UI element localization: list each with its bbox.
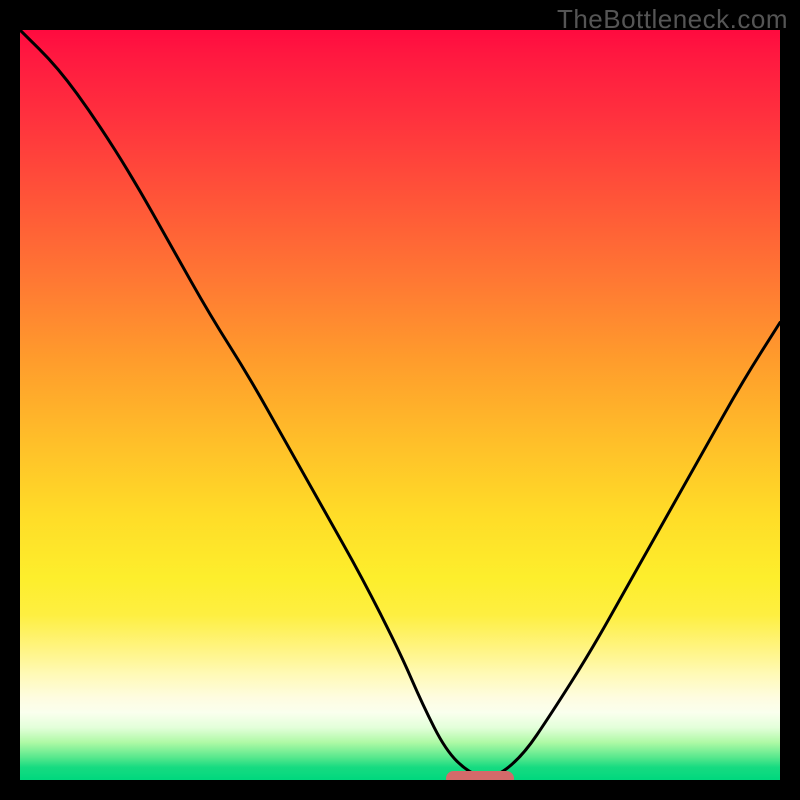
curve-path [20,30,780,777]
chart-frame: TheBottleneck.com [0,0,800,800]
minimum-marker [446,771,514,780]
bottleneck-curve [20,30,780,780]
plot-area [20,30,780,780]
watermark-text: TheBottleneck.com [557,4,788,35]
